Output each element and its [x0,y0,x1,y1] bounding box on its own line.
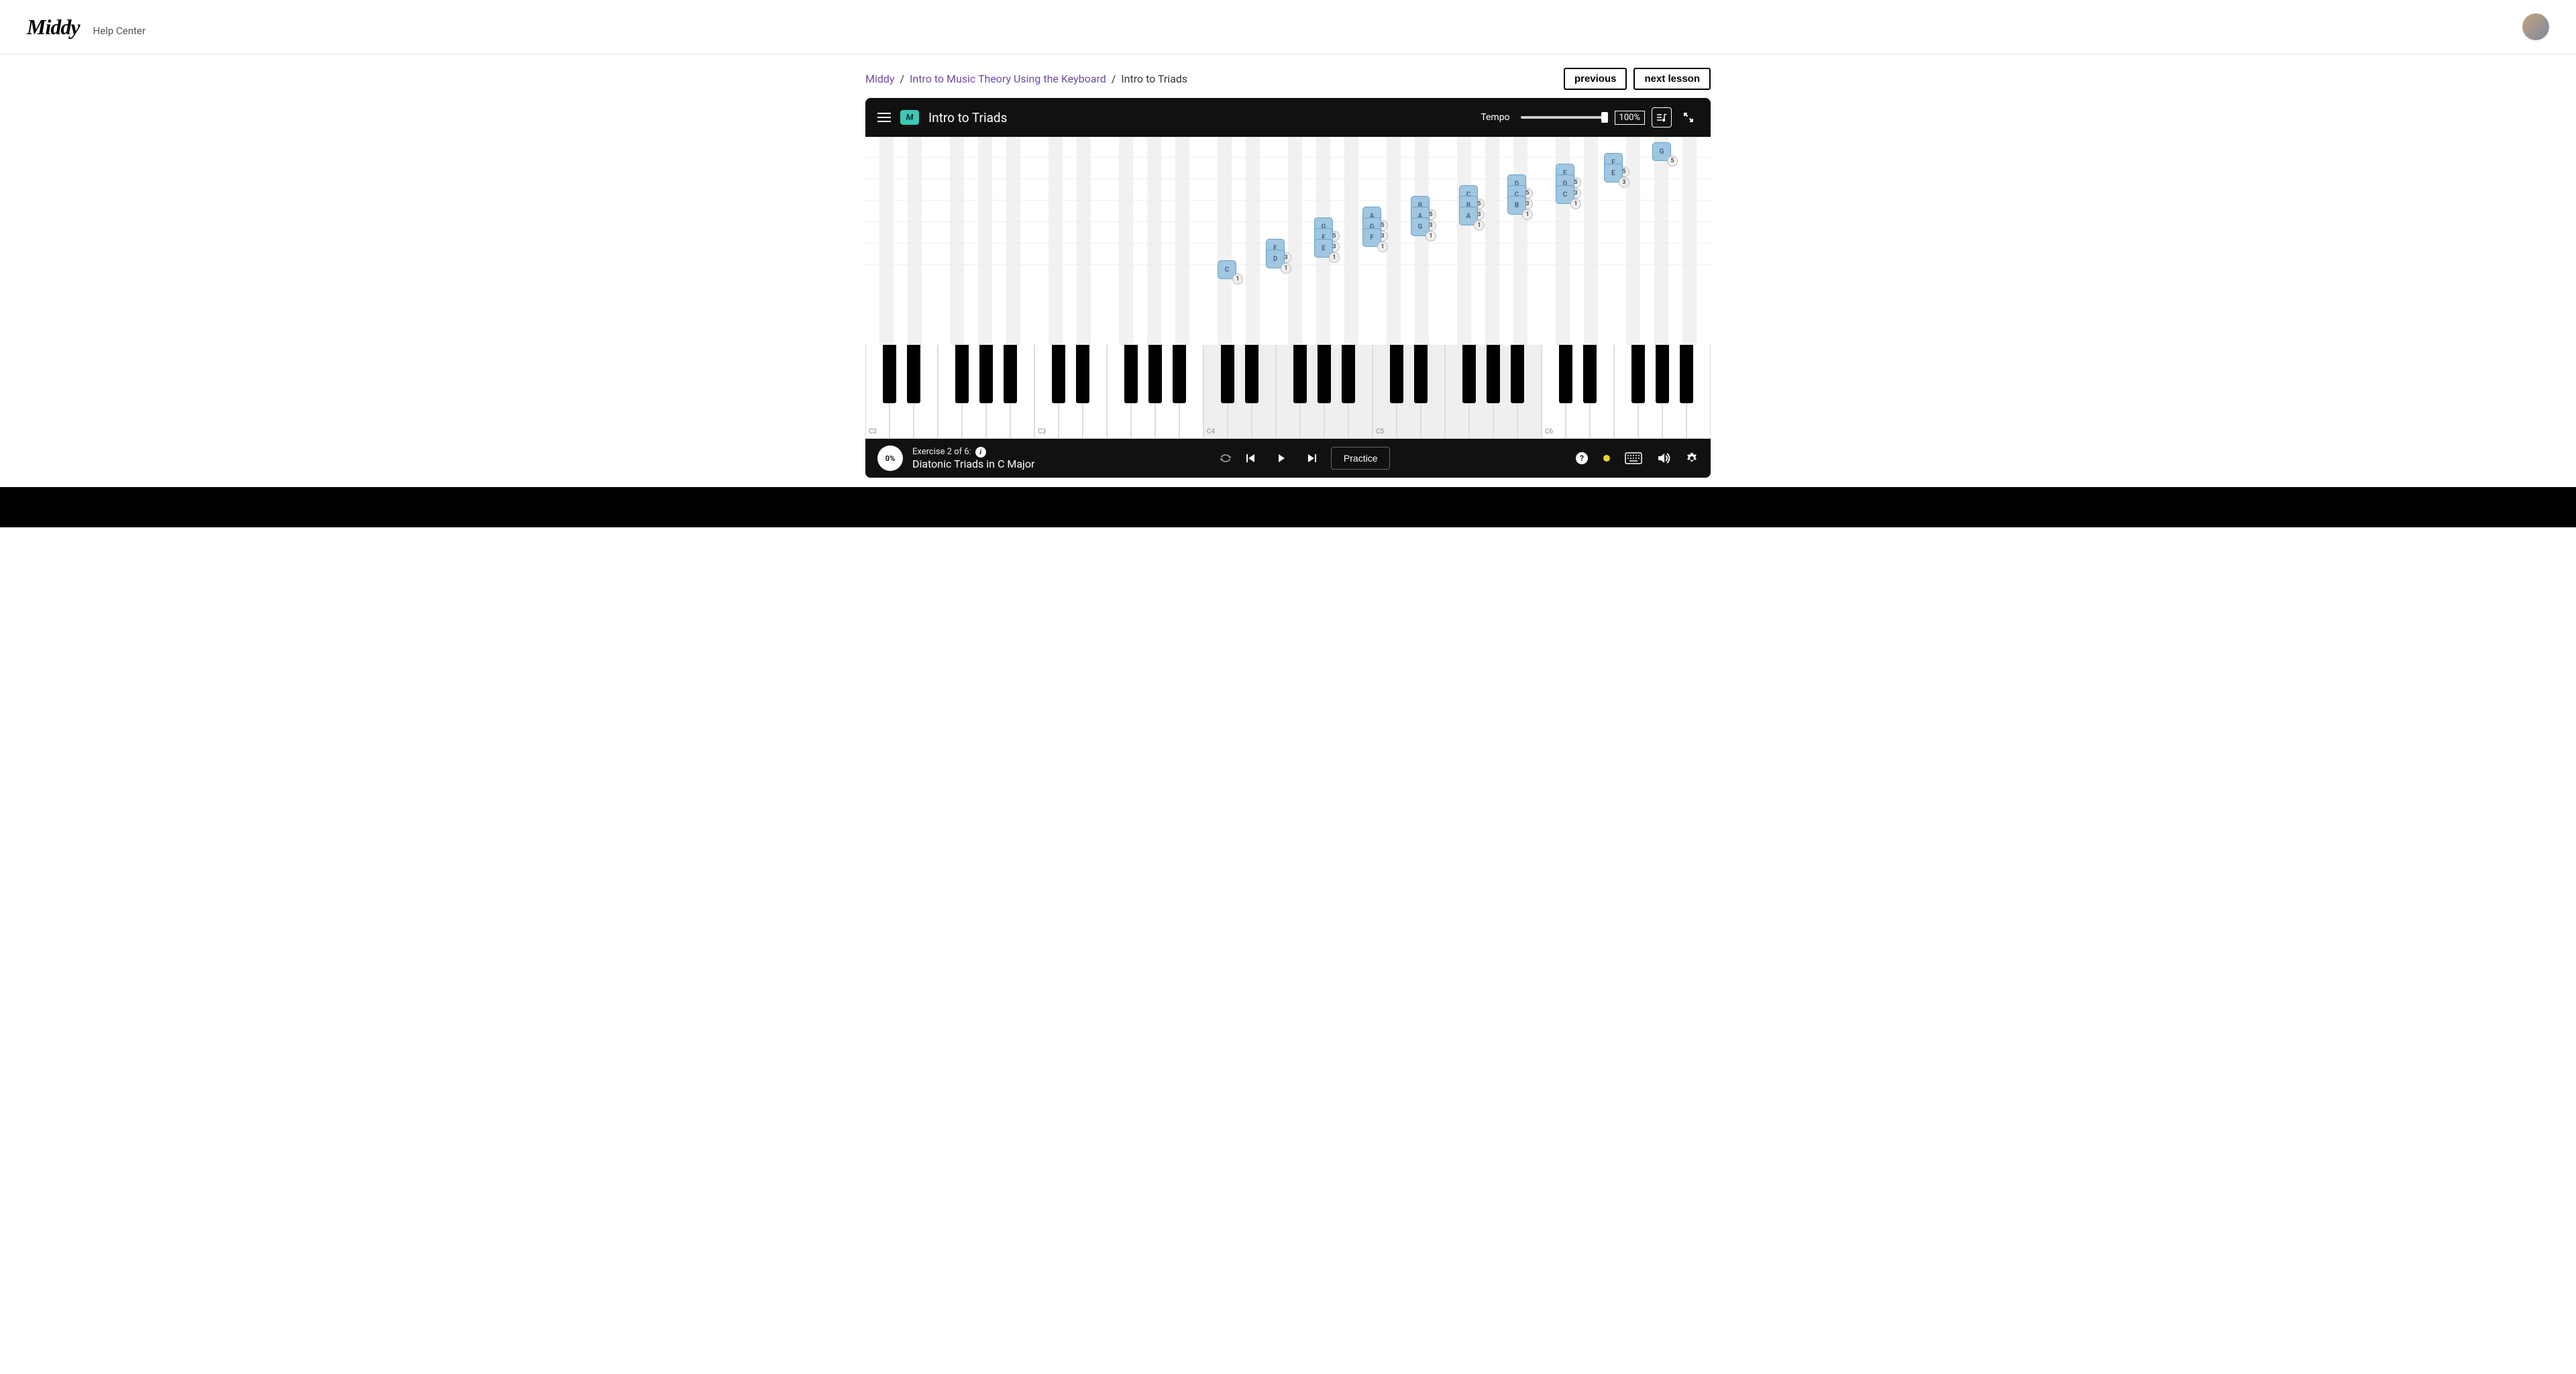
key-label: C5 [1376,428,1384,435]
status-dot-icon [1603,455,1610,462]
loop-button[interactable] [1220,452,1232,464]
tempo-slider[interactable] [1521,116,1608,119]
black-key[interactable] [1583,345,1597,403]
black-key[interactable] [1293,345,1307,403]
fullscreen-button[interactable] [1678,107,1699,127]
top-header: Middy Help Center [0,0,2576,54]
breadcrumb-current: Intro to Triads [1121,72,1187,85]
black-key[interactable] [979,345,994,403]
black-key[interactable] [1318,345,1332,403]
app-badge: M [900,110,919,125]
practice-button[interactable]: Practice [1331,447,1391,470]
breadcrumb-course[interactable]: Intro to Music Theory Using the Keyboard [910,72,1106,85]
keyboard-icon[interactable] [1625,452,1642,464]
menu-icon[interactable] [877,113,891,122]
black-key[interactable] [1124,345,1138,403]
exercise-title: Diatonic Triads in C Major [912,458,1034,470]
key-label: C4 [1207,428,1215,435]
breadcrumb-separator: / [1112,72,1116,85]
tempo-value: 100% [1615,111,1645,125]
skip-forward-button[interactable] [1307,453,1318,464]
svg-text:?: ? [1580,454,1584,463]
skip-back-button[interactable] [1245,453,1256,464]
key-label: C6 [1545,428,1553,435]
black-key[interactable] [1076,345,1090,403]
piano-roll-area[interactable]: C1E3G5D1F3A5E1G3B5F1A3C5G1B3D5A1C3E5B1D3… [865,137,1711,345]
black-key[interactable] [1390,345,1404,403]
black-key[interactable] [907,345,921,403]
finger-badge: 1 [1329,252,1340,263]
piano-keyboard[interactable]: C2 C3 C4 C5 C6 [865,345,1711,439]
breadcrumb-separator: / [900,72,904,85]
footer [0,487,2576,527]
black-key[interactable] [1462,345,1477,403]
black-key[interactable] [1245,345,1259,403]
lesson-title: Intro to Triads [928,110,1007,125]
key-label: C2 [869,428,877,435]
key-label: C3 [1038,428,1046,435]
black-key[interactable] [1487,345,1501,403]
black-key[interactable] [1004,345,1018,403]
black-key[interactable] [883,345,897,403]
previous-button[interactable]: previous [1564,68,1627,90]
black-key[interactable] [1173,345,1187,403]
finger-badge: 1 [1281,263,1291,274]
avatar[interactable] [2522,13,2549,40]
logo[interactable]: Middy [27,15,80,40]
breadcrumb-root[interactable]: Middy [865,72,894,85]
notation-toggle-button[interactable] [1652,107,1672,127]
help-icon[interactable]: ? [1575,452,1589,465]
app-header: M Intro to Triads Tempo 100% [865,98,1711,137]
finger-badge: 1 [1232,274,1243,284]
volume-icon[interactable] [1657,452,1670,465]
progress-indicator: 0% [877,445,903,471]
help-center-link[interactable]: Help Center [93,25,146,37]
black-key[interactable] [1511,345,1525,403]
black-key[interactable] [1656,345,1670,403]
settings-icon[interactable] [1685,452,1699,465]
black-key[interactable] [1631,345,1646,403]
info-icon[interactable]: i [975,447,986,458]
tempo-label: Tempo [1481,112,1509,123]
black-key[interactable] [1414,345,1428,403]
top-header-left: Middy Help Center [27,15,146,40]
finger-badge: 1 [1377,242,1388,252]
finger-badge: 1 [1570,199,1581,209]
black-key[interactable] [955,345,969,403]
black-key[interactable] [1221,345,1235,403]
black-key[interactable] [1052,345,1066,403]
finger-badge: 5 [1667,156,1678,166]
black-key[interactable] [1342,345,1356,403]
playback-bar: 0% Exercise 2 of 6: i Diatonic Triads in… [865,439,1711,478]
black-key[interactable] [1680,345,1694,403]
finger-badge: 1 [1426,231,1436,242]
black-key[interactable] [1148,345,1163,403]
finger-badge: 1 [1474,220,1485,231]
next-lesson-button[interactable]: next lesson [1633,68,1711,90]
exercise-counter: Exercise 2 of 6: [912,447,971,457]
breadcrumb: Middy / Intro to Music Theory Using the … [865,72,1187,85]
play-button[interactable] [1269,446,1293,470]
finger-badge: 1 [1522,209,1533,220]
black-key[interactable] [1559,345,1573,403]
finger-badge: 3 [1619,177,1629,188]
